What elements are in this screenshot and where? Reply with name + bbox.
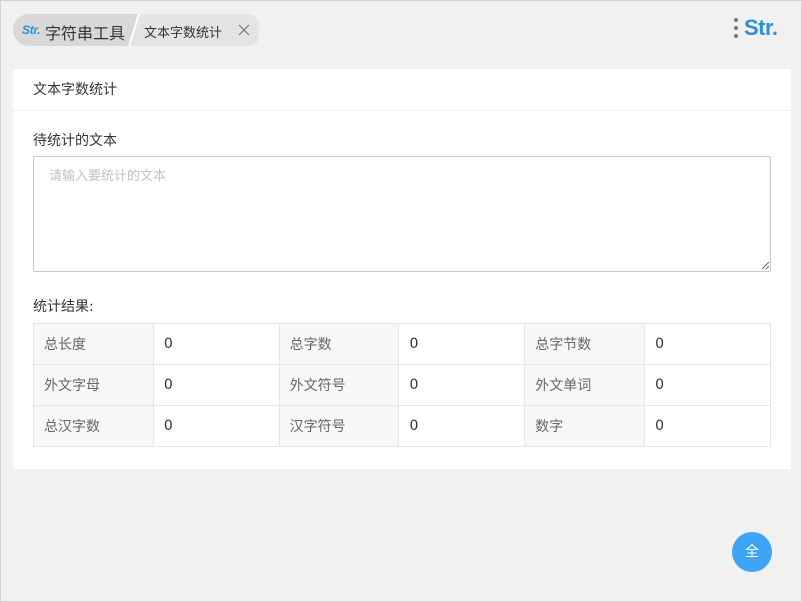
stat-label-foreign-symbols: 外文符号 (278, 364, 400, 406)
breadcrumb-home-label: 字符串工具 (45, 24, 126, 43)
stat-value-total-length: 0 (152, 323, 280, 365)
result-label: 统计结果: (33, 299, 94, 315)
stat-label-digits: 数字 (524, 405, 646, 447)
stats-table: 总长度 0 总字数 0 总字节数 0 外文字母 0 外文符号 0 外文单词 0 … (33, 323, 771, 447)
stat-value-total-bytes: 0 (644, 323, 771, 365)
stat-label-total-chinese: 总汉字数 (33, 405, 154, 447)
stat-label-total-bytes: 总字节数 (524, 323, 646, 365)
stat-label-chinese-symbols: 汉字符号 (278, 405, 400, 447)
text-input[interactable] (33, 156, 771, 272)
brand-text: Str. (744, 15, 778, 40)
stat-label-total-words: 总字数 (278, 323, 400, 365)
stats-row: 总长度 0 总字数 0 总字节数 0 (33, 323, 771, 365)
word-count-card: 文本字数统计 待统计的文本 统计结果: 总长度 0 总字数 0 总字节数 0 外… (13, 69, 791, 469)
input-label: 待统计的文本 (33, 133, 117, 149)
stat-value-total-words: 0 (398, 323, 526, 365)
stat-value-foreign-letters: 0 (152, 364, 280, 406)
app-window: Str. 字符串工具 文本字数统计 Str. 文本字数统计 待统计的文本 统计结… (0, 0, 802, 602)
stat-label-foreign-letters: 外文字母 (33, 364, 154, 406)
stat-label-total-length: 总长度 (33, 323, 154, 365)
breadcrumb-current-label: 文本字数统计 (144, 26, 223, 41)
stats-row: 外文字母 0 外文符号 0 外文单词 0 (33, 364, 771, 406)
stat-value-foreign-symbols: 0 (398, 364, 526, 406)
stat-value-digits: 0 (644, 405, 771, 447)
card-title: 文本字数统计 (13, 69, 791, 111)
breadcrumb-home[interactable]: Str. 字符串工具 (13, 14, 133, 46)
stat-label-foreign-words: 外文单词 (524, 364, 646, 406)
brand-logo[interactable]: Str. (731, 15, 791, 45)
stat-value-foreign-words: 0 (644, 364, 771, 406)
stat-value-total-chinese: 0 (152, 405, 280, 447)
stats-row: 总汉字数 0 汉字符号 0 数字 0 (33, 405, 771, 447)
fullscreen-button[interactable]: 全 (732, 532, 772, 572)
stat-value-chinese-symbols: 0 (398, 405, 526, 447)
breadcrumb: Str. 字符串工具 文本字数统计 (13, 14, 259, 46)
str-logo-icon: Str. (22, 23, 41, 37)
close-icon[interactable] (237, 23, 251, 37)
vertical-dots-icon (734, 18, 738, 42)
